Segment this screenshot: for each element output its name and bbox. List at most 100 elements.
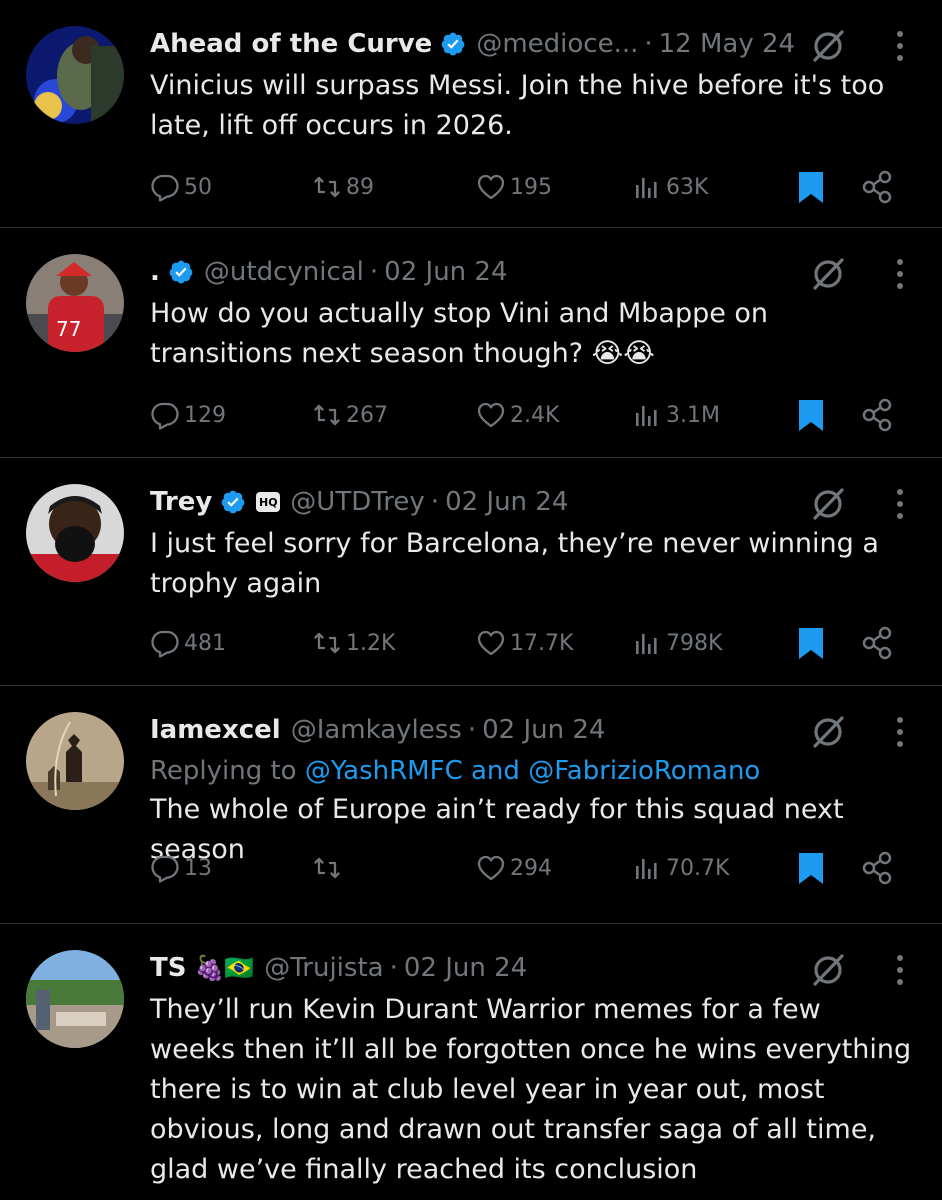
action-bar: 481 1.2K 17.7K 798K: [0, 619, 942, 667]
like-button[interactable]: 195: [476, 163, 552, 211]
display-name[interactable]: Ahead of the Curve: [150, 29, 432, 59]
reply-icon: [150, 172, 180, 202]
action-bar: 50 89 195 63K: [0, 163, 942, 211]
bookmark-icon[interactable]: [794, 625, 828, 661]
grok-icon[interactable]: [808, 484, 848, 524]
tweet-text: Vinicius will surpass Messi. Join the hi…: [150, 70, 885, 141]
verified-badge-icon: [440, 31, 466, 57]
svg-text:77: 77: [56, 317, 81, 341]
separator: ·: [430, 487, 440, 517]
view-count: 798K: [666, 630, 723, 656]
like-button[interactable]: 17.7K: [476, 619, 573, 667]
retweet-button[interactable]: 267: [312, 391, 388, 439]
share-icon[interactable]: [860, 397, 894, 433]
display-name[interactable]: .: [150, 257, 160, 287]
tweet[interactable]: Iamexcel @Iamkayless · 02 Jun 24 Replyin…: [0, 686, 942, 924]
timestamp[interactable]: 02 Jun 24: [482, 715, 605, 745]
view-count: 70.7K: [666, 855, 730, 881]
separator: ·: [467, 715, 477, 745]
analytics-icon: [632, 400, 662, 430]
separator: ·: [644, 29, 653, 59]
retweet-icon: [312, 400, 342, 430]
share-icon[interactable]: [860, 169, 894, 205]
tweet[interactable]: 77 . @utdcynical · 02 Jun 24 How do you …: [0, 228, 942, 458]
reply-button[interactable]: 13: [150, 844, 212, 892]
bookmark-icon[interactable]: [794, 169, 828, 205]
like-button[interactable]: 294: [476, 844, 552, 892]
retweet-button[interactable]: 1.2K: [312, 619, 395, 667]
retweet-count: 89: [346, 174, 374, 200]
timestamp[interactable]: 12 May 24: [659, 29, 795, 59]
replying-to-label: Replying to: [150, 756, 305, 786]
handle[interactable]: @medioce...: [476, 29, 638, 59]
handle[interactable]: @Iamkayless: [291, 715, 462, 745]
timestamp[interactable]: 02 Jun 24: [384, 257, 507, 287]
views-button[interactable]: 798K: [632, 619, 722, 667]
display-name[interactable]: Trey: [150, 487, 212, 517]
tweet-header: Ahead of the Curve @medioce... · 12 May …: [150, 22, 912, 66]
reply-button[interactable]: 50: [150, 163, 212, 211]
views-button[interactable]: 63K: [632, 163, 708, 211]
like-count: 2.4K: [510, 402, 560, 428]
retweet-icon: [312, 853, 342, 883]
reply-icon: [150, 628, 180, 658]
like-count: 17.7K: [510, 630, 574, 656]
mention-link[interactable]: @YashRMFC: [305, 756, 463, 786]
retweet-icon: [312, 172, 342, 202]
bookmark-icon[interactable]: [794, 850, 828, 886]
replying-to-and: and: [462, 756, 529, 786]
more-vertical-icon[interactable]: [888, 712, 912, 752]
view-count: 3.1M: [666, 402, 720, 428]
heart-icon: [476, 853, 506, 883]
display-name[interactable]: TS: [150, 953, 186, 983]
views-button[interactable]: 3.1M: [632, 391, 720, 439]
like-button[interactable]: 2.4K: [476, 391, 559, 439]
tweet[interactable]: Trey HQ @UTDTrey · 02 Jun 24 I just feel…: [0, 458, 942, 686]
verified-badge-icon: [168, 259, 194, 285]
share-icon[interactable]: [860, 850, 894, 886]
more-vertical-icon[interactable]: [888, 484, 912, 524]
action-bar: 13 294 70.7K: [0, 844, 942, 892]
handle[interactable]: @utdcynical: [204, 257, 364, 287]
reply-button[interactable]: 481: [150, 619, 226, 667]
more-vertical-icon[interactable]: [888, 950, 912, 990]
tweet-header: Iamexcel @Iamkayless · 02 Jun 24: [150, 708, 912, 752]
bookmark-icon[interactable]: [794, 397, 828, 433]
retweet-icon: [312, 628, 342, 658]
analytics-icon: [632, 853, 662, 883]
retweet-button[interactable]: [312, 844, 346, 892]
grok-icon[interactable]: [808, 254, 848, 294]
separator: ·: [369, 257, 379, 287]
mention-link[interactable]: @FabrizioRomano: [528, 756, 760, 786]
share-icon[interactable]: [860, 625, 894, 661]
more-vertical-icon[interactable]: [888, 254, 912, 294]
tweet-header: TS 🍇🇧🇷 @Trujista · 02 Jun 24: [150, 946, 912, 990]
analytics-icon: [632, 628, 662, 658]
avatar-image: [26, 484, 124, 582]
avatar[interactable]: [26, 26, 124, 124]
tweet-text: How do you actually stop Vini and Mbappe…: [150, 298, 769, 369]
separator: ·: [389, 953, 398, 983]
action-bar: 129 267 2.4K 3.1M: [0, 391, 942, 439]
grok-icon[interactable]: [808, 950, 848, 990]
tweet[interactable]: TS 🍇🇧🇷 @Trujista · 02 Jun 24 They’ll run…: [0, 924, 942, 1200]
avatar[interactable]: [26, 712, 124, 810]
retweet-button[interactable]: 89: [312, 163, 374, 211]
more-vertical-icon[interactable]: [888, 26, 912, 66]
timestamp[interactable]: 02 Jun 24: [404, 953, 527, 983]
avatar[interactable]: [26, 484, 124, 582]
views-button[interactable]: 70.7K: [632, 844, 729, 892]
timestamp[interactable]: 02 Jun 24: [445, 487, 568, 517]
tweet[interactable]: Ahead of the Curve @medioce... · 12 May …: [0, 0, 942, 228]
reply-icon: [150, 400, 180, 430]
avatar[interactable]: 77: [26, 254, 124, 352]
replying-to: Replying to @YashRMFC and @FabrizioRoman…: [150, 752, 912, 790]
handle[interactable]: @UTDTrey: [290, 487, 425, 517]
grok-icon[interactable]: [808, 712, 848, 752]
handle[interactable]: @Trujista: [264, 953, 383, 983]
display-name[interactable]: Iamexcel: [150, 715, 281, 745]
avatar-image: [26, 950, 124, 1048]
avatar[interactable]: [26, 950, 124, 1048]
grok-icon[interactable]: [808, 26, 848, 66]
reply-button[interactable]: 129: [150, 391, 226, 439]
